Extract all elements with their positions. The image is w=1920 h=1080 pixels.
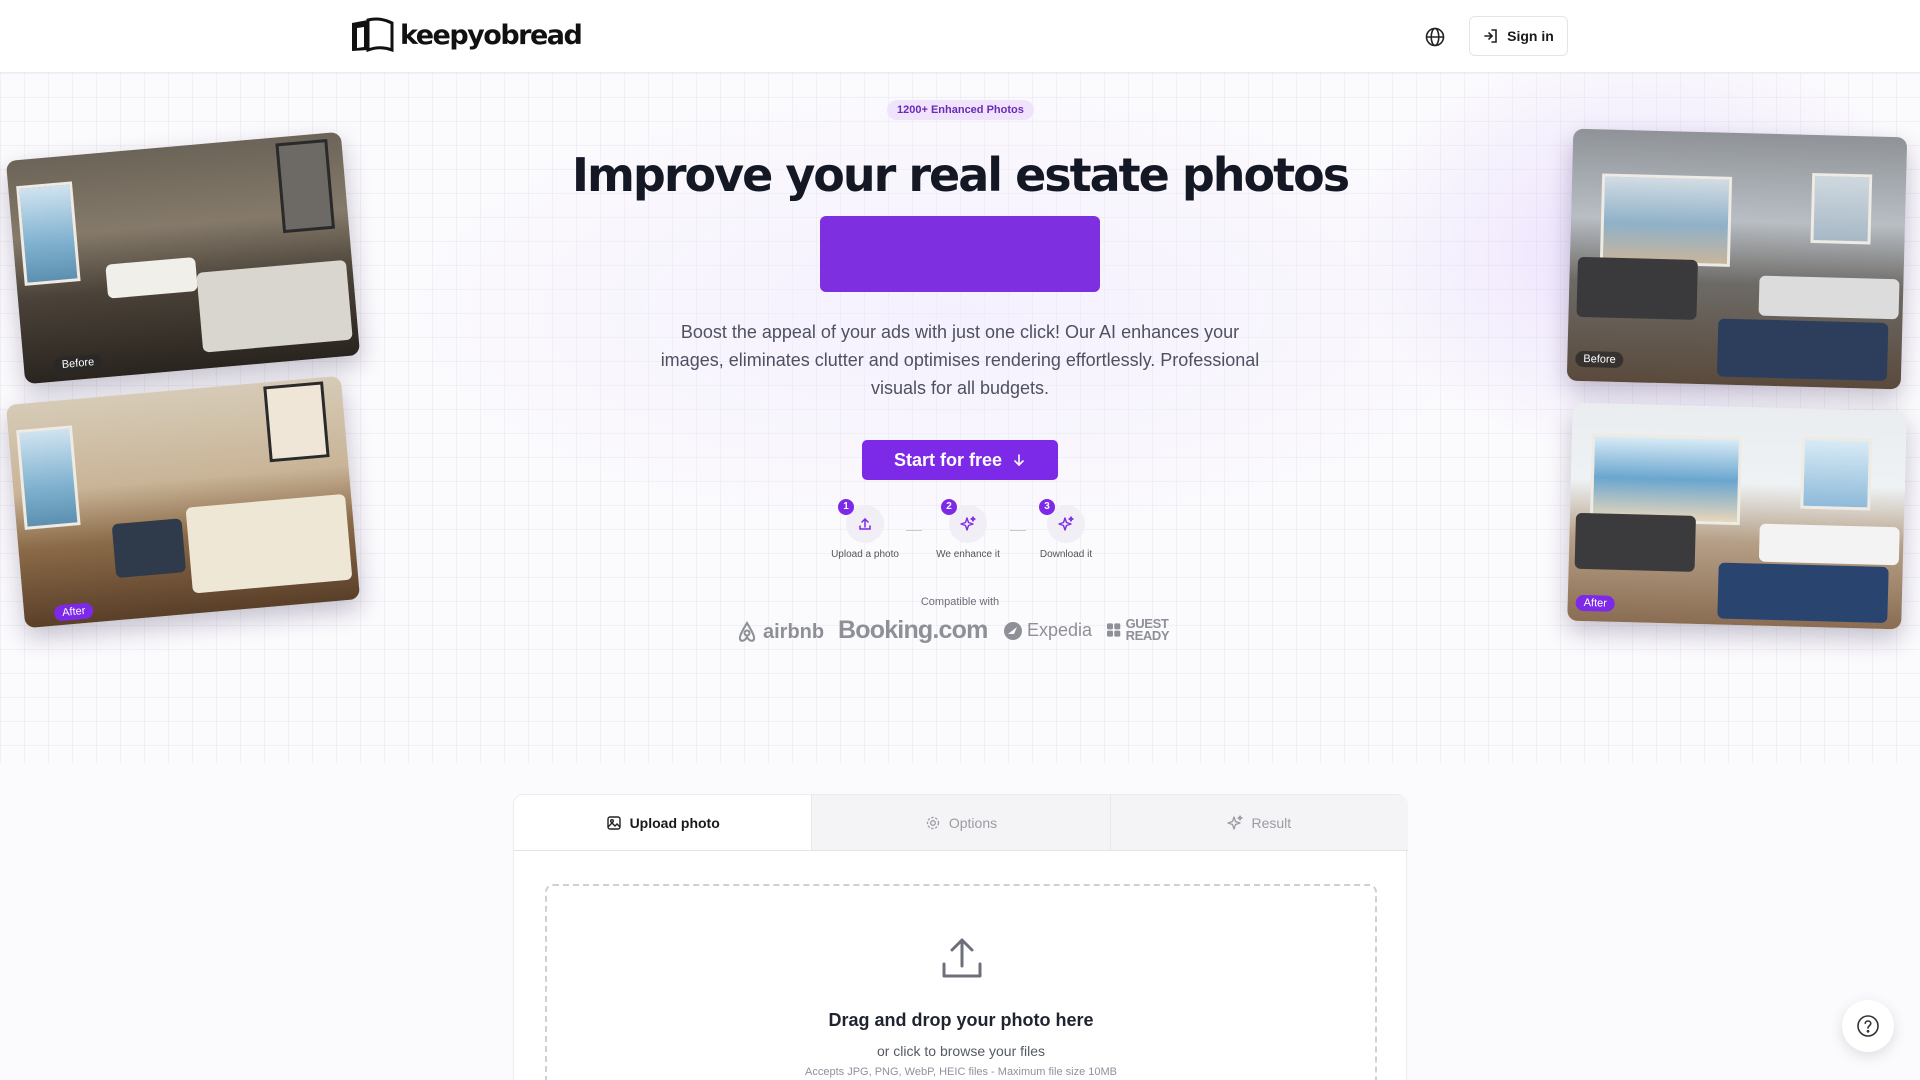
before-label: Before: [53, 353, 103, 374]
upload-card: Upload photo Options Result Drag and dro…: [513, 794, 1408, 1080]
sign-in-button[interactable]: Sign in: [1469, 16, 1568, 56]
step-number: 1: [838, 499, 854, 515]
after-label: After: [53, 602, 95, 622]
globe-icon: [1425, 27, 1445, 47]
sign-in-icon: [1484, 29, 1497, 43]
how-it-works-steps: 1 Upload a photo 2 We enhance it 3 Downl…: [820, 499, 1100, 570]
dropzone-subtitle: or click to browse your files: [876, 1043, 1046, 1059]
step-separator: [906, 530, 922, 531]
help-button[interactable]: [1842, 1000, 1894, 1052]
compatible-label: Compatible with: [920, 596, 1000, 608]
after-label: After: [1575, 594, 1616, 612]
guestready-logo: GUEST READY: [1107, 616, 1185, 643]
brand-name: keepyobread: [400, 19, 583, 51]
partner-logos: airbnb Booking.com Expedia GUEST READY: [735, 614, 1185, 648]
dropzone-hint: Accepts JPG, PNG, WebP, HEIC files - Max…: [805, 1066, 1117, 1078]
right-after-photo: After: [1567, 402, 1907, 630]
upload-icon: [859, 517, 871, 530]
step-number: 2: [941, 499, 957, 515]
before-label: Before: [1575, 350, 1624, 369]
expedia-text: Expedia: [1027, 620, 1093, 640]
image-icon: [606, 815, 621, 830]
tab-label: Options: [948, 814, 998, 831]
brand-logo[interactable]: keepyobread: [350, 17, 583, 53]
language-button[interactable]: [1420, 24, 1450, 50]
logo-mark-icon: [352, 17, 394, 53]
site-header: keepyobread Sign in: [0, 0, 1920, 73]
step-label: We enhance it: [936, 549, 1000, 560]
left-before-photo: Before: [5, 131, 361, 385]
hero-title: Improve your real estate photos: [571, 148, 1350, 202]
start-free-label: Start for free: [893, 449, 1003, 470]
hero-description: Boost the appeal of your ads with just o…: [660, 322, 1260, 398]
help-icon: [1857, 1015, 1879, 1037]
step-label: Upload a photo: [831, 549, 899, 560]
left-after-photo: After: [5, 375, 361, 629]
photo-dropzone[interactable]: Drag and drop your photo here or click t…: [545, 884, 1377, 1080]
airbnb-text: airbnb: [763, 620, 825, 643]
step-download: 3 Download it: [1021, 499, 1111, 560]
right-before-photo: Before: [1566, 128, 1908, 390]
tab-options[interactable]: Options: [811, 795, 1110, 851]
airbnb-logo: airbnb: [735, 620, 824, 644]
arrow-down-icon: [1014, 454, 1024, 467]
guestready-icon: [1107, 623, 1121, 637]
step-label: Download it: [1039, 549, 1093, 560]
step-number: 3: [1039, 499, 1055, 515]
start-free-button[interactable]: Start for free: [862, 440, 1058, 480]
guestready-text: GUEST READY: [1125, 616, 1170, 643]
sparkles-icon: [960, 516, 976, 531]
upload-icon: [942, 938, 982, 978]
step-enhance: 2 We enhance it: [923, 499, 1013, 560]
tab-label: Upload photo: [629, 814, 720, 831]
airbnb-icon: [738, 621, 756, 642]
gear-icon: [926, 816, 940, 829]
tab-label: Result: [1251, 814, 1292, 831]
sign-in-label: Sign in: [1507, 28, 1554, 44]
step-upload: 1 Upload a photo: [820, 499, 910, 560]
booking-logo: Booking.com: [838, 616, 988, 644]
hero-highlight-block: [820, 216, 1100, 292]
tab-upload-photo[interactable]: Upload photo: [514, 795, 812, 851]
tab-result[interactable]: Result: [1109, 795, 1408, 851]
expedia-icon: [1004, 621, 1022, 640]
sparkles-icon: [1227, 814, 1244, 830]
sparkles-icon: [1058, 516, 1074, 531]
expedia-logo: Expedia: [1003, 620, 1092, 641]
upload-tabs: Upload photo Options Result: [514, 795, 1408, 851]
enhanced-count-badge: 1200+ Enhanced Photos: [887, 100, 1034, 120]
dropzone-title: Drag and drop your photo here: [828, 1010, 1094, 1030]
